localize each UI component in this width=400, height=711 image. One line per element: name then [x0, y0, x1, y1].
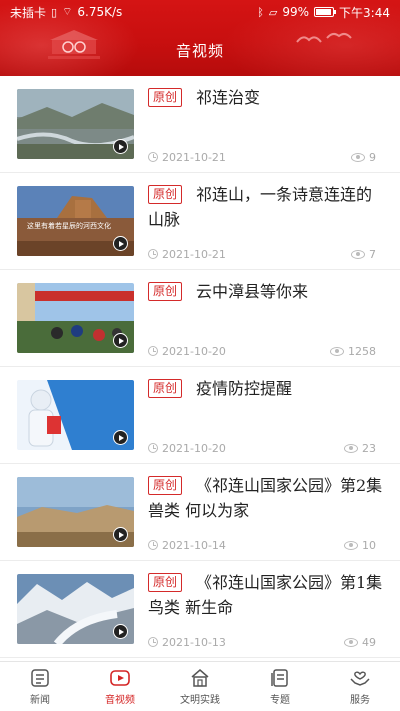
video-list-item[interactable]: 原创 祁连治变 2021-10-21 9: [0, 76, 400, 173]
eye-icon: [330, 346, 344, 356]
video-play-icon: [110, 670, 130, 686]
mute-icon: ▱: [268, 5, 278, 19]
video-thumbnail[interactable]: [17, 380, 134, 450]
house-icon: [191, 669, 209, 687]
video-title[interactable]: 祁连山，一条诗意连连的山脉: [148, 182, 384, 232]
sim-icon: ▯: [51, 5, 58, 19]
play-icon[interactable]: [113, 139, 128, 154]
video-title[interactable]: 疫情防控提醒: [148, 376, 384, 401]
video-list-item[interactable]: 原创 云中漳县等你来 2021-10-20 1258: [0, 270, 400, 367]
video-title[interactable]: 《祁连山国家公园》第2集 兽类 何以为家: [148, 473, 384, 523]
video-meta: 2021-10-21 9: [148, 149, 376, 165]
play-icon[interactable]: [113, 527, 128, 542]
eye-icon: [344, 540, 358, 550]
publish-date: 2021-10-21: [162, 247, 226, 261]
service-hands-icon: [350, 671, 370, 686]
video-thumbnail[interactable]: [17, 574, 134, 644]
battery-icon: [314, 7, 337, 17]
video-list-item[interactable]: 原创 疫情防控提醒 2021-10-20 23: [0, 367, 400, 464]
clock-icon: [148, 249, 158, 259]
video-thumbnail[interactable]: 这里有着若星辰的河西文化: [17, 186, 134, 256]
video-title[interactable]: 《祁连山国家公园》第1集 鸟类 新生命: [148, 570, 384, 620]
publish-date: 2021-10-20: [162, 344, 226, 358]
thumbnail-caption: 这里有着若星辰的河西文化: [27, 222, 111, 230]
video-meta: 2021-10-20 23: [148, 440, 376, 456]
clock-icon: [148, 540, 158, 550]
tab-label: 文明实践: [180, 695, 220, 706]
tab-topics[interactable]: 专题: [240, 662, 320, 711]
video-meta: 2021-10-20 1258: [148, 343, 376, 359]
view-count: 23: [362, 441, 376, 455]
video-thumbnail[interactable]: [17, 477, 134, 547]
video-list[interactable]: 原创 祁连治变 2021-10-21 9 这里有着若星辰的河西文化 原创 祁连山…: [0, 76, 400, 661]
publish-date: 2021-10-14: [162, 538, 226, 552]
clock-icon: [148, 443, 158, 453]
news-icon: [31, 669, 49, 687]
play-icon[interactable]: [113, 236, 128, 251]
tab-news[interactable]: 新闻: [0, 662, 80, 711]
tab-label: 新闻: [30, 695, 50, 706]
video-list-item[interactable]: 原创 《祁连山国家公园》第2集 兽类 何以为家 2021-10-14 10: [0, 464, 400, 561]
view-count: 9: [369, 150, 376, 164]
clock-icon: [148, 637, 158, 647]
video-list-item[interactable]: 这里有着若星辰的河西文化 原创 祁连山，一条诗意连连的山脉 2021-10-21…: [0, 173, 400, 270]
video-list-item[interactable]: 原创 《祁连山国家公园》第1集 鸟类 新生命 2021-10-13 49: [0, 561, 400, 658]
view-count: 49: [362, 635, 376, 649]
video-title[interactable]: 祁连治变: [148, 85, 384, 110]
video-thumbnail[interactable]: [17, 283, 134, 353]
bluetooth-icon: ᛒ: [257, 5, 264, 19]
video-thumbnail[interactable]: [17, 89, 134, 159]
play-icon[interactable]: [113, 430, 128, 445]
network-speed: 6.75K/s: [77, 5, 123, 19]
tab-video[interactable]: 音视频: [80, 662, 160, 711]
eye-icon: [344, 443, 358, 453]
tab-service[interactable]: 服务: [320, 662, 400, 711]
topic-icon: [271, 669, 288, 687]
publish-date: 2021-10-13: [162, 635, 226, 649]
view-count: 10: [362, 538, 376, 552]
app-header: 未插卡 ▯ ⌔ 6.75K/s ᛒ ▱ 99% 下午3:44 音视频: [0, 0, 400, 76]
tab-label: 专题: [270, 695, 290, 706]
wifi-icon: ⌔: [62, 5, 73, 18]
eye-icon: [344, 637, 358, 647]
video-meta: 2021-10-14 10: [148, 537, 376, 553]
bottom-tab-bar: 新闻 音视频 文明实践 专题 服务: [0, 661, 400, 711]
video-meta: 2021-10-13 49: [148, 634, 376, 650]
carrier-text: 未插卡: [10, 5, 47, 20]
play-icon[interactable]: [113, 624, 128, 639]
eye-icon: [351, 249, 365, 259]
clock-time: 下午3:44: [339, 5, 390, 20]
eye-icon: [351, 152, 365, 162]
view-count: 7: [369, 247, 376, 261]
tab-label: 服务: [350, 695, 370, 706]
video-meta: 2021-10-21 7: [148, 246, 376, 262]
status-bar: 未插卡 ▯ ⌔ 6.75K/s ᛒ ▱ 99% 下午3:44: [0, 0, 400, 24]
view-count: 1258: [348, 344, 376, 358]
battery-percent: 99%: [282, 5, 310, 19]
publish-date: 2021-10-21: [162, 150, 226, 164]
play-icon[interactable]: [113, 333, 128, 348]
video-title[interactable]: 云中漳县等你来: [148, 279, 384, 304]
clock-icon: [148, 152, 158, 162]
publish-date: 2021-10-20: [162, 441, 226, 455]
tab-label: 音视频: [105, 695, 135, 706]
page-title: 音视频: [175, 42, 224, 60]
tab-civilization-practice[interactable]: 文明实践: [160, 662, 240, 711]
clock-icon: [148, 346, 158, 356]
